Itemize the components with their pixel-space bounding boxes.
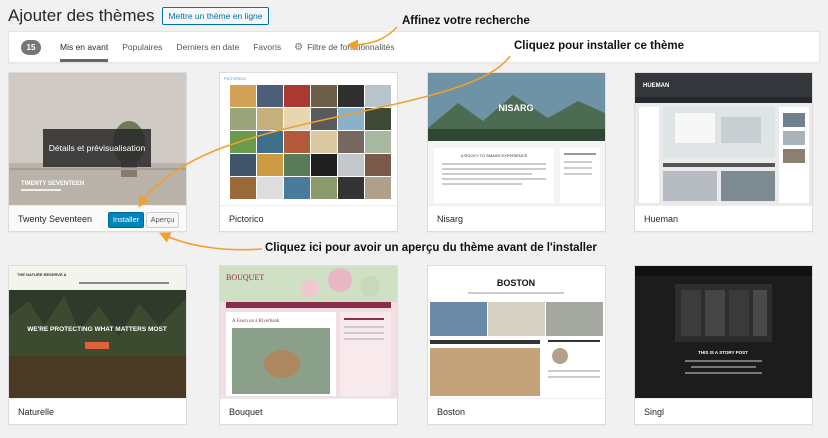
post-title: THIS IS A STORY POST — [698, 350, 748, 355]
page-title: Ajouter des thèmes — [8, 6, 155, 25]
theme-name: Nisarg — [428, 205, 605, 231]
callout-refine: Affinez votre recherche — [402, 15, 530, 27]
theme-card-hueman[interactable]: HUEMAN Hueman — [634, 72, 813, 232]
theme-screenshot[interactable]: NISARG A ROCKY TO SMASH EXPERIENCE — [428, 73, 605, 205]
tab-latest[interactable]: Derniers en date — [176, 32, 239, 62]
theme-screenshot[interactable]: TWENTY SEVENTEEN Détails et prévisualisa… — [9, 73, 186, 205]
install-button[interactable]: Installer — [108, 212, 144, 228]
theme-card-bouquet[interactable]: BOUQUET A Fawn on a Riverbank Bouquet — [219, 265, 398, 425]
theme-card-singl[interactable]: THIS IS A STORY POST Singl — [634, 265, 813, 425]
theme-screenshot[interactable]: THIS IS A STORY POST — [635, 266, 812, 398]
theme-screenshot[interactable]: THE NATURE RESERVE A WE'RE PROTECTING WH… — [9, 266, 186, 398]
theme-card-twenty-seventeen[interactable]: TWENTY SEVENTEEN Détails et prévisualisa… — [8, 72, 187, 232]
feature-filter-label: Filtre de fonctionnalités — [307, 42, 395, 52]
theme-screenshot[interactable]: PICTORICO — [220, 73, 397, 205]
theme-card-boston[interactable]: BOSTON Boston — [427, 265, 606, 425]
tab-favorites[interactable]: Favoris — [253, 32, 281, 62]
theme-name: Pictorico — [220, 205, 397, 231]
upload-theme-button[interactable]: Mettre un thème en ligne — [162, 7, 269, 25]
tab-popular[interactable]: Populaires — [122, 32, 162, 62]
theme-card-nisarg[interactable]: NISARG A ROCKY TO SMASH EXPERIENCE Nisar… — [427, 72, 606, 232]
theme-logo: HUEMAN — [643, 83, 669, 89]
post-title: A Fawn on a Riverbank — [232, 319, 280, 324]
theme-name: Hueman — [635, 205, 812, 231]
theme-logo: BOUQUET — [226, 273, 264, 282]
theme-screenshot[interactable]: BOSTON — [428, 266, 605, 398]
banner-text: TWENTY SEVENTEEN — [21, 181, 84, 187]
tab-featured[interactable]: Mis en avant — [60, 32, 109, 62]
theme-logo: BOSTON — [497, 278, 535, 288]
banner-text: NISARG — [498, 103, 533, 113]
feature-filter-button[interactable]: ⚙ Filtre de fonctionnalités — [294, 42, 394, 53]
theme-name: Bouquet — [220, 398, 397, 424]
page-header: Ajouter des thèmes Mettre un thème en li… — [8, 6, 269, 26]
details-preview-overlay[interactable]: Détails et prévisualisation — [43, 129, 151, 167]
post-title: A ROCKY TO SMASH EXPERIENCE — [461, 153, 528, 158]
filter-bar: 15 Mis en avant Populaires Derniers en d… — [8, 31, 820, 63]
arrow-preview — [159, 232, 263, 251]
theme-count-badge: 15 — [21, 39, 41, 55]
theme-name: Naturelle — [9, 398, 186, 424]
theme-logo: THE NATURE RESERVE A — [17, 272, 67, 277]
theme-card-naturelle[interactable]: THE NATURE RESERVE A WE'RE PROTECTING WH… — [8, 265, 187, 425]
gear-icon: ⚙ — [294, 41, 304, 53]
banner-text: WE'RE PROTECTING WHAT MATTERS MOST — [27, 326, 167, 333]
theme-logo: PICTORICO — [224, 76, 246, 81]
theme-screenshot[interactable]: BOUQUET A Fawn on a Riverbank — [220, 266, 397, 398]
theme-card-pictorico[interactable]: PICTORICO Pictorico — [219, 72, 398, 232]
callout-install: Cliquez pour installer ce thème — [514, 40, 684, 52]
filter-tabs: Mis en avant Populaires Derniers en date… — [53, 32, 394, 62]
preview-button[interactable]: Aperçu — [146, 212, 179, 228]
theme-screenshot[interactable]: HUEMAN — [635, 73, 812, 205]
theme-name: Singl — [635, 398, 812, 424]
theme-name: Boston — [428, 398, 605, 424]
callout-preview: Cliquez ici pour avoir un aperçu du thèm… — [265, 242, 597, 254]
themes-page: Ajouter des thèmes Mettre un thème en li… — [0, 0, 828, 438]
